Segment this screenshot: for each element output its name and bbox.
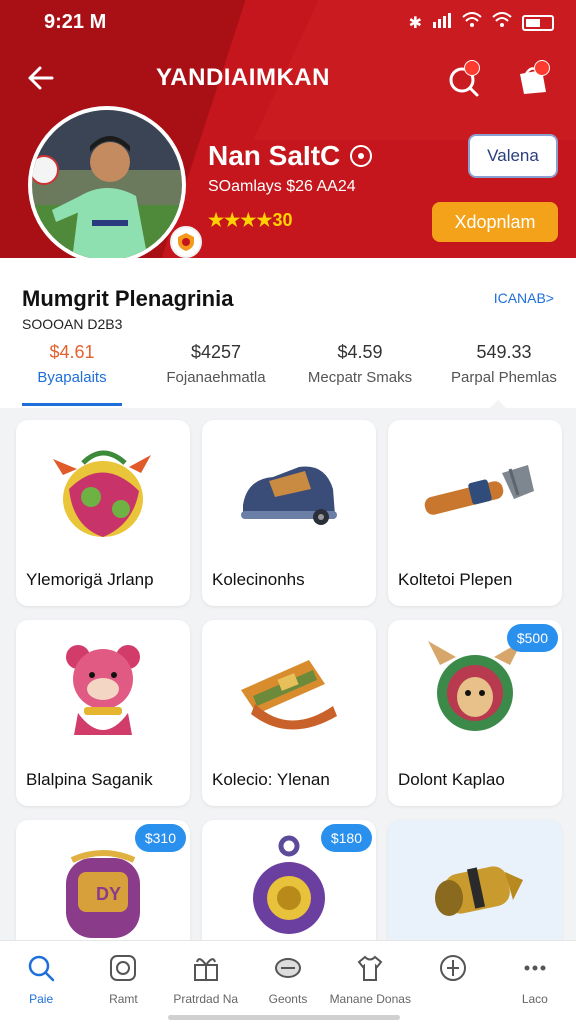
stat-label: Mecpatr Smaks — [307, 369, 413, 386]
item-image — [388, 820, 562, 950]
wifi-icon — [462, 12, 482, 33]
nav-label: Manane Donas — [329, 992, 411, 1006]
bag-button[interactable] — [512, 58, 556, 102]
item-image — [16, 620, 190, 760]
item-name: Koltetoi Plepen — [398, 570, 513, 589]
item-name: Ylemorigä Jrlanp — [26, 570, 154, 589]
item-image — [202, 420, 376, 560]
item-card[interactable] — [388, 820, 562, 950]
stat-value: $4.61 — [49, 342, 95, 362]
item-card[interactable]: Koltetoi Plepen — [388, 420, 562, 606]
gift-icon — [193, 958, 218, 981]
bottom-navigation: Paie Ramt Pratrdad Na Geonts Manane Dona… — [0, 940, 576, 1024]
section-subtitle: SOOOAN D2B3 — [22, 316, 123, 332]
nav-item-chat[interactable]: Geonts — [247, 941, 329, 1024]
signal-icon — [432, 12, 452, 33]
nav-item-camera[interactable]: Ramt — [82, 941, 164, 1024]
item-name: Blalpina Saganik — [26, 770, 153, 789]
avatar-image — [32, 110, 182, 260]
item-name: Dolont Kaplao — [398, 770, 505, 789]
profile-name: Nan SaItC — [208, 140, 341, 171]
stat-label: Parpal Phemlas — [451, 369, 557, 386]
stat-label: Byapalaits — [37, 369, 107, 386]
verified-icon — [350, 145, 373, 167]
arrow-left-icon — [28, 66, 54, 90]
item-grid: Ylemorigä Jrlanp Kolecinonhs Koltetoi Pl… — [16, 420, 562, 950]
primary-action-button[interactable]: Xdopnlam — [432, 202, 558, 242]
nav-label: Laco — [521, 992, 548, 1006]
stat-tab-4[interactable]: 549.33 Parpal Phemlas — [432, 342, 576, 406]
item-card[interactable]: Kolecio: Ylenan — [202, 620, 376, 806]
battery-icon — [522, 14, 554, 31]
item-card[interactable]: $500 Dolont Kaplao — [388, 620, 562, 806]
svg-text:DY: DY — [96, 884, 121, 904]
notification-dot — [534, 60, 550, 76]
item-image — [388, 420, 562, 560]
stat-tab-3[interactable]: $4.59 Mecpatr Smaks — [288, 342, 432, 406]
nav-item-gift[interactable]: Pratrdad Na — [165, 941, 247, 1024]
camera-icon — [110, 955, 137, 981]
status-time: 9:21 M — [44, 11, 107, 33]
shield-icon — [178, 233, 194, 251]
home-indicator — [168, 1015, 400, 1020]
stat-tab-1[interactable]: $4.61 Byapalaits — [0, 342, 144, 406]
stat-tab-2[interactable]: $4257 Fojanaehmatla — [144, 342, 288, 406]
back-button[interactable] — [22, 58, 62, 98]
profile-name-row: Nan SaItC — [208, 140, 373, 172]
notification-dot — [464, 60, 480, 76]
status-icons: ✱ — [409, 12, 554, 33]
see-all-link[interactable]: ICANAB> — [494, 290, 554, 306]
item-card[interactable]: Blalpina Saganik — [16, 620, 190, 806]
price-tag: $310 — [134, 824, 186, 852]
item-card[interactable]: Kolecinonhs — [202, 420, 376, 606]
profile-rating: ★★★★30 — [208, 210, 293, 230]
item-name: Kolecinonhs — [212, 570, 305, 589]
search-icon — [28, 955, 55, 982]
nav-item-search[interactable]: Paie — [0, 941, 82, 1024]
stat-value: 549.33 — [476, 342, 532, 362]
caret-pointer — [490, 400, 506, 408]
wifi-icon-2 — [492, 12, 512, 33]
price-tag: $500 — [506, 624, 558, 652]
follow-button[interactable]: Valena — [468, 134, 558, 178]
item-card[interactable]: $180 — [202, 820, 376, 950]
item-name: Kolecio: Ylenan — [212, 770, 330, 789]
level-badge — [170, 226, 202, 258]
nav-label: Paie — [29, 992, 54, 1006]
item-image — [202, 620, 376, 760]
stat-value: $4.59 — [337, 342, 383, 362]
compass-icon — [439, 955, 466, 981]
shirt-icon — [357, 955, 383, 981]
bluetooth-icon: ✱ — [408, 14, 422, 32]
stats-tabs: $4.61 Byapalaits $4257 Fojanaehmatla $4.… — [0, 342, 576, 406]
nav-item-compass[interactable] — [411, 941, 493, 1024]
stat-label: Fojanaehmatla — [166, 369, 266, 386]
nav-label: Ramt — [109, 992, 138, 1006]
nav-item-shirt[interactable]: Manane Donas — [329, 941, 411, 1024]
stat-value: $4257 — [190, 342, 242, 362]
chat-icon — [274, 958, 301, 978]
nav-label: Geonts — [268, 992, 308, 1006]
nav-item-more[interactable]: Laco — [494, 941, 576, 1024]
more-icon — [524, 965, 546, 971]
item-card[interactable]: Ylemorigä Jrlanp — [16, 420, 190, 606]
search-button[interactable] — [442, 58, 486, 102]
nav-label: Pratrdad Na — [173, 992, 239, 1006]
item-card[interactable]: DY $310 — [16, 820, 190, 950]
info-panel: Mumgrit Plenagrinia SOOOAN D2B3 ICANAB> … — [0, 258, 576, 408]
price-tag: $180 — [320, 824, 372, 852]
section-title: Mumgrit Plenagrinia — [22, 286, 234, 311]
page-title: YANDIAIMKAN — [156, 64, 330, 91]
profile-meta: SOamlays $26 AA24 — [208, 178, 356, 195]
status-bar: 9:21 M ✱ — [0, 0, 576, 44]
item-image — [16, 420, 190, 560]
avatar[interactable] — [28, 106, 202, 264]
